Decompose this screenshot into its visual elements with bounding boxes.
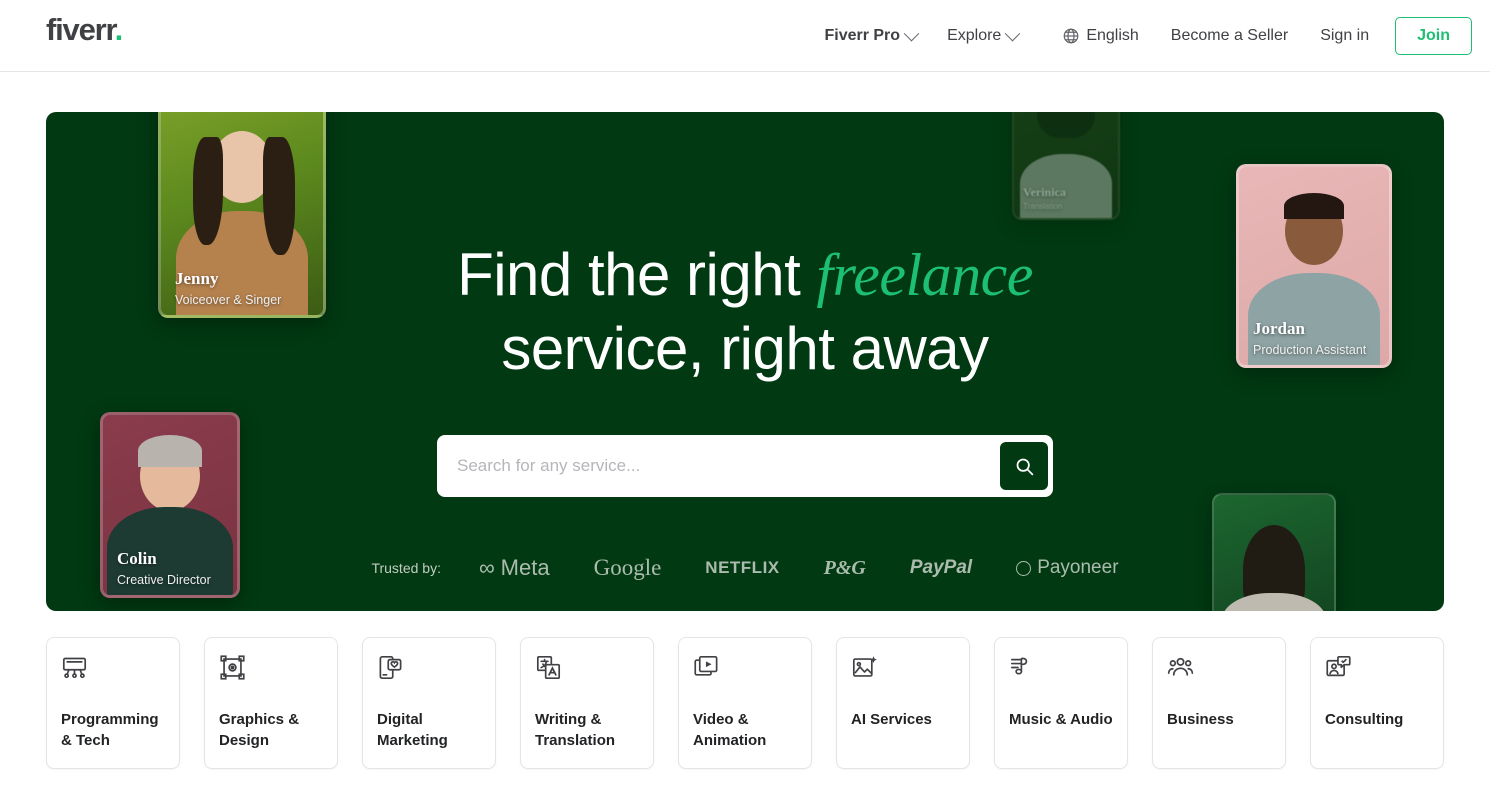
nav-label-fiverr-pro: Fiverr Pro <box>824 27 901 44</box>
category-label: Business <box>1167 711 1234 728</box>
music-note-icon <box>1009 654 1113 684</box>
nav-label-language: English <box>1086 27 1139 44</box>
brand-logo-google: Google <box>593 555 662 581</box>
category-card-business[interactable]: Business <box>1152 637 1286 769</box>
category-card-graphics-design[interactable]: Graphics & Design <box>204 637 338 769</box>
search-submit-button[interactable] <box>1000 442 1048 491</box>
headline-part1: Find the right <box>457 241 817 308</box>
nav-item-sign-in[interactable]: Sign in <box>1304 0 1385 72</box>
vector-frame-icon <box>219 654 323 684</box>
search-input[interactable] <box>437 440 1000 493</box>
headline-accent-word: freelance <box>816 242 1033 308</box>
nav-label-become-a-seller: Become a Seller <box>1170 27 1289 44</box>
globe-icon <box>1063 28 1079 44</box>
category-cards-row: Programming & Tech Graphics & Design Dig… <box>0 637 1490 769</box>
chevron-down-icon <box>1005 25 1021 41</box>
profile-role: Translation <box>1023 202 1063 211</box>
person-chat-icon <box>1325 654 1429 684</box>
category-label: Music & Audio <box>1009 711 1113 728</box>
nav-item-fiverr-pro[interactable]: Fiverr Pro <box>808 0 931 72</box>
hero-headline: Find the right freelance service, right … <box>385 238 1105 385</box>
nav-label-explore: Explore <box>947 27 1002 44</box>
category-card-ai-services[interactable]: AI Services <box>836 637 970 769</box>
hero-content: Find the right freelance service, right … <box>46 238 1444 581</box>
category-label: Consulting <box>1325 711 1404 728</box>
circle-icon <box>1016 560 1032 576</box>
nav-item-explore[interactable]: Explore <box>931 0 1034 72</box>
category-label: Programming & Tech <box>61 711 159 749</box>
meta-glyph: ∞ <box>478 555 495 581</box>
site-header: fiverr. Fiverr Pro Explore English Becom… <box>0 0 1490 72</box>
video-play-icon <box>693 654 797 684</box>
category-card-consulting[interactable]: Consulting <box>1310 637 1444 769</box>
category-card-digital-marketing[interactable]: Digital Marketing <box>362 637 496 769</box>
brand-logo-pg: P&G <box>823 556 866 579</box>
image-sparkle-icon <box>851 654 955 684</box>
hero-banner: Jenny Voiceover & Singer Colin Creative … <box>46 112 1444 611</box>
main-navigation: Fiverr Pro Explore English Become a Sell… <box>808 0 1472 72</box>
phone-heart-icon <box>377 654 481 684</box>
category-card-music-audio[interactable]: Music & Audio <box>994 637 1128 769</box>
chevron-down-icon <box>903 25 920 41</box>
brand-logo-meta: ∞ Meta <box>479 555 550 581</box>
category-card-writing-translation[interactable]: Writing & Translation <box>520 637 654 769</box>
monitor-stand-icon <box>61 654 165 684</box>
category-label: Graphics & Design <box>219 711 300 749</box>
brand-logo-paypal: PayPal <box>909 557 973 579</box>
fiverr-logo[interactable]: fiverr. <box>46 12 124 47</box>
category-label: Digital Marketing <box>377 711 448 749</box>
hero-search-bar <box>437 435 1053 498</box>
category-label: Video & Animation <box>693 711 767 749</box>
trusted-by-row: Trusted by: ∞ Meta Google NETFLIX P&G Pa… <box>371 555 1118 581</box>
brand-name-payoneer: Payoneer <box>1037 557 1119 579</box>
hero-section-wrapper: Jenny Voiceover & Singer Colin Creative … <box>0 72 1490 611</box>
logo-dot: . <box>114 12 124 47</box>
category-card-video-animation[interactable]: Video & Animation <box>678 637 812 769</box>
trusted-by-label: Trusted by: <box>371 560 441 577</box>
nav-label-sign-in: Sign in <box>1320 27 1370 44</box>
brand-logo-payoneer: Payoneer <box>1016 557 1119 579</box>
profile-name: Verinica <box>1023 185 1066 199</box>
search-icon <box>1016 458 1033 476</box>
brand-logo-netflix: NETFLIX <box>705 558 780 578</box>
brand-name-meta: Meta <box>500 555 550 581</box>
join-button[interactable]: Join <box>1395 17 1472 55</box>
profile-card-verinica[interactable]: Verinica Translation <box>1012 112 1120 220</box>
headline-part2: service, right away <box>501 315 989 383</box>
nav-item-become-a-seller[interactable]: Become a Seller <box>1155 0 1304 72</box>
logo-wordmark: fiverr <box>46 12 116 47</box>
people-group-icon <box>1167 654 1271 684</box>
category-label: Writing & Translation <box>535 711 616 749</box>
category-label: AI Services <box>851 711 932 728</box>
category-card-programming-tech[interactable]: Programming & Tech <box>46 637 180 769</box>
translate-icon <box>535 654 639 684</box>
nav-item-language[interactable]: English <box>1046 0 1154 72</box>
